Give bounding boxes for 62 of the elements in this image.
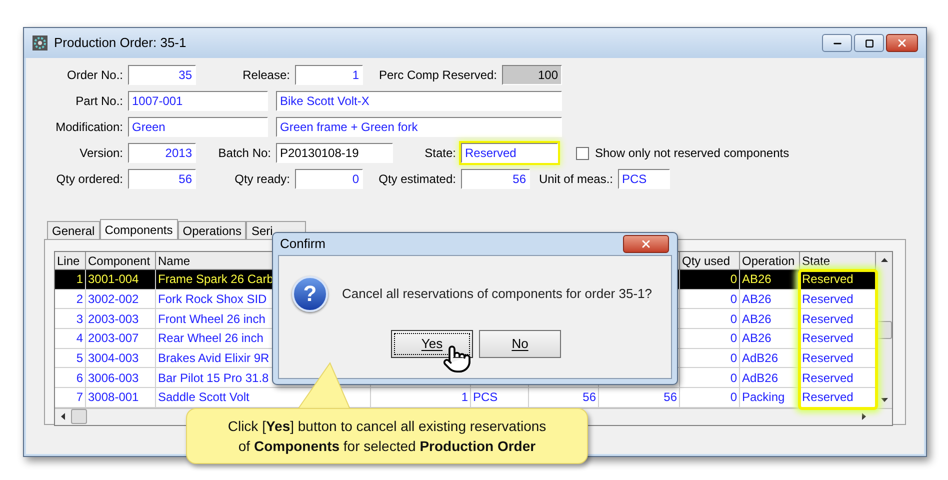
field-label: State:	[424, 145, 456, 162]
table-cell-text: Front Wheel 26 inch	[158, 310, 266, 328]
field-label: Version:	[80, 145, 123, 162]
table-cell-text: 56	[664, 389, 677, 406]
table-cell-text: Reserved	[802, 310, 854, 328]
table-cell-text: AB26	[742, 330, 772, 348]
table-cell-text: 3001-004	[88, 271, 139, 288]
table-cell-text: 3	[76, 310, 83, 328]
checkbox-label: Show only not reserved components	[595, 145, 790, 162]
question-icon: ?	[292, 276, 328, 312]
table-cell-text: Reserved	[802, 350, 854, 368]
table-cell-text: 0	[730, 389, 737, 406]
table-cell-text: 0	[730, 350, 737, 368]
table-cell-text: Brakes Avid Elixir 9R	[158, 350, 270, 368]
field-label: Qty estimated:	[378, 171, 456, 188]
table-cell-text: 3002-002	[88, 291, 139, 308]
table-cell-text: Reserved	[802, 291, 854, 308]
table-cell-text: AdB26	[742, 350, 778, 368]
table-cell-text: 7	[76, 389, 83, 406]
table-cell-text: AB26	[742, 310, 772, 328]
table-cell-text: Reserved	[802, 370, 854, 387]
table-cell-text: 0	[730, 291, 737, 308]
table-cell-text: Reserved	[802, 330, 854, 348]
field-label: Order No.:	[66, 67, 123, 84]
table-cell-text: 5	[76, 350, 83, 368]
dialog-message: Cancel all reservations of components for order 35-1?	[342, 285, 652, 304]
table-cell-text: 1	[76, 271, 83, 288]
table-cell-text: 0	[730, 271, 737, 288]
table-cell-text: 0	[730, 370, 737, 387]
table-cell-text: Fork Rock Shox SID	[158, 291, 267, 308]
table-cell-text: 0	[730, 310, 737, 328]
table-cell-text: 3006-003	[88, 370, 139, 387]
field-label: Release:	[242, 67, 290, 84]
table-cell-text: 2003-007	[88, 330, 139, 348]
table-cell-text: 2003-003	[88, 310, 139, 328]
table-cell-text: Reserved	[802, 389, 854, 406]
callout-text: Click [Yes] button to cancel all existing reservations of Components for selected Production Order	[228, 417, 546, 456]
table-cell-text: 3004-003	[88, 350, 139, 368]
field-label: Qty ordered:	[56, 171, 123, 188]
table-cell-text: 4	[76, 330, 83, 348]
table-cell-text: Rear Wheel 26 inch	[158, 330, 264, 348]
field-label: Unit of meas.:	[538, 171, 613, 188]
table-cell-text: 0	[730, 330, 737, 348]
table-cell-text: AB26	[742, 291, 772, 308]
field-label: Batch No:	[218, 145, 271, 162]
table-cell-text: Packing	[742, 389, 785, 406]
table-cell-text: Bar Pilot 15 Pro 31.8	[158, 370, 269, 387]
table-cell-text: 6	[76, 370, 83, 387]
table-cell-text: 2	[76, 291, 83, 308]
field-label: Perc Comp Reserved:	[378, 67, 497, 84]
table-cell-text: PCS	[473, 389, 498, 406]
table-cell-text: 1	[461, 389, 468, 406]
table-cell-text: AdB26	[742, 370, 778, 387]
window-title: Production Order: 35-1	[54, 34, 186, 52]
field-label: Part No.:	[76, 93, 123, 110]
field-label: Qty ready:	[234, 171, 290, 188]
table-cell-text: 3008-001	[88, 389, 139, 406]
table-cell-text: AB26	[742, 271, 772, 288]
field-label: Modification:	[56, 119, 123, 136]
table-cell-text: Reserved	[802, 271, 854, 288]
table-cell-text: 56	[582, 389, 596, 406]
table-cell-text: Saddle Scott Volt	[158, 389, 250, 406]
